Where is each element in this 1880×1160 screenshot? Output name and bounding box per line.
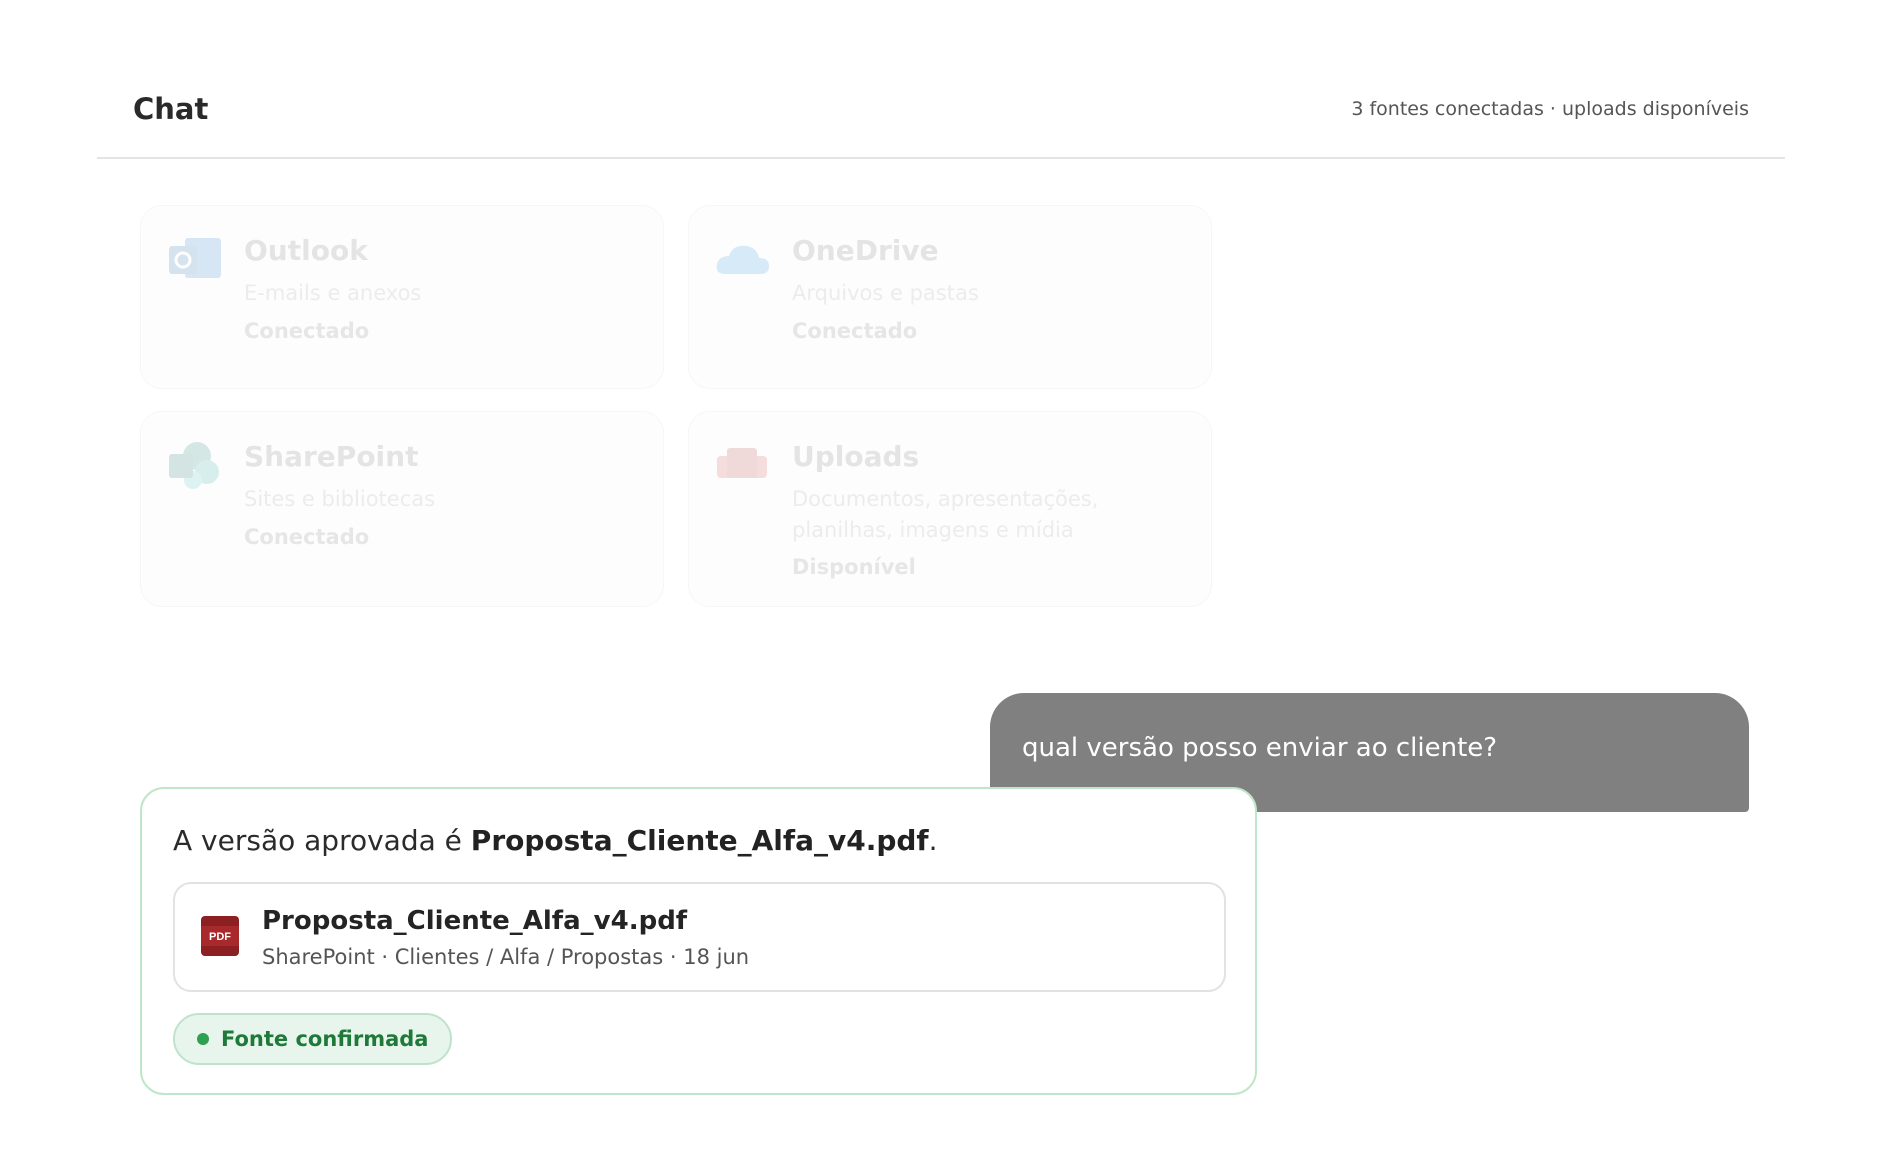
file-meta: SharePoint · Clientes / Alfa / Propostas… bbox=[262, 945, 750, 969]
user-message-text: qual versão posso enviar ao cliente? bbox=[1022, 733, 1498, 763]
answer-file-highlight: Proposta_Cliente_Alfa_v4.pdf bbox=[470, 824, 929, 857]
connection-status: 3 fontes conectadas · uploads disponívei… bbox=[1351, 98, 1749, 120]
pdf-file-icon: PDF bbox=[201, 916, 239, 956]
pdf-file-icon-label: PDF bbox=[209, 931, 231, 943]
status-dot-icon bbox=[197, 1033, 209, 1045]
badge-label: Fonte confirmada bbox=[221, 1027, 429, 1051]
source-card-outlook[interactable]: Outlook E-mails e anexos Conectado bbox=[140, 205, 664, 389]
onedrive-icon bbox=[715, 234, 771, 284]
source-name: SharePoint bbox=[244, 440, 419, 473]
outlook-icon bbox=[167, 234, 223, 284]
source-description: Arquivos e pastas bbox=[792, 281, 979, 305]
source-status: Disponível bbox=[792, 555, 916, 579]
source-status: Conectado bbox=[244, 319, 370, 343]
source-confirmed-badge: Fonte confirmada bbox=[173, 1013, 453, 1065]
file-reference-card[interactable]: PDF Proposta_Cliente_Alfa_v4.pdf SharePo… bbox=[173, 882, 1226, 992]
source-description: Documentos, apresentações, planilhas, im… bbox=[792, 487, 1099, 542]
answer-text: A versão aprovada é Proposta_Cliente_Alf… bbox=[173, 824, 938, 857]
source-card-onedrive[interactable]: OneDrive Arquivos e pastas Conectado bbox=[688, 205, 1212, 389]
source-description: E-mails e anexos bbox=[244, 281, 422, 305]
file-name: Proposta_Cliente_Alfa_v4.pdf bbox=[262, 906, 688, 936]
page-title: Chat bbox=[133, 92, 209, 126]
chat-header: Chat 3 fontes conectadas · uploads dispo… bbox=[97, 70, 1785, 159]
source-status: Conectado bbox=[244, 525, 370, 549]
answer-suffix: . bbox=[928, 824, 938, 857]
sharepoint-icon bbox=[167, 440, 223, 490]
source-name: Uploads bbox=[792, 440, 920, 473]
answer-prefix: A versão aprovada é bbox=[173, 824, 471, 857]
source-name: OneDrive bbox=[792, 234, 939, 267]
pdf-upload-icon bbox=[715, 440, 771, 490]
source-card-sharepoint[interactable]: SharePoint Sites e bibliotecas Conectado bbox=[140, 411, 664, 607]
source-card-uploads[interactable]: Uploads Documentos, apresentações, plani… bbox=[688, 411, 1212, 607]
source-description: Sites e bibliotecas bbox=[244, 487, 436, 511]
assistant-answer-card: A versão aprovada é Proposta_Cliente_Alf… bbox=[140, 787, 1257, 1095]
source-name: Outlook bbox=[244, 234, 368, 267]
source-status: Conectado bbox=[792, 319, 918, 343]
